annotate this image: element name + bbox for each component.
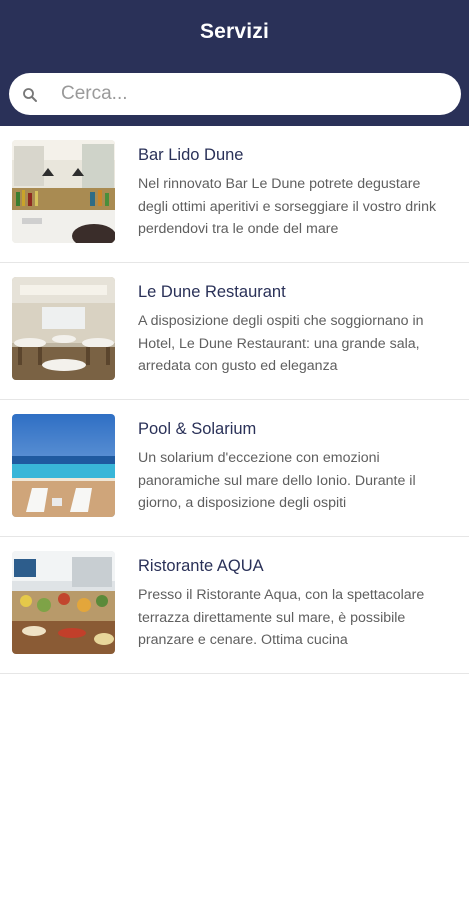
bar-photo xyxy=(12,140,115,243)
item-description: Nel rinnovato Bar Le Dune potrete degust… xyxy=(138,176,437,237)
pool-photo xyxy=(12,414,115,517)
list-item-bar-lido-dune[interactable]: Bar Lido Dune Nel rinnovato Bar Le Dune … xyxy=(0,126,469,263)
restaurant-photo xyxy=(12,277,115,380)
item-title: Le Dune Restaurant xyxy=(138,283,286,301)
list-item-ristorante-aqua[interactable]: Ristorante AQUA Presso il Ristorante Aqu… xyxy=(0,537,469,674)
search-icon xyxy=(23,88,37,102)
page-title: Servizi xyxy=(199,20,270,43)
app-header: Servizi xyxy=(0,0,469,126)
buffet-photo xyxy=(12,551,115,654)
search-bar[interactable] xyxy=(9,73,461,115)
item-title: Pool & Solarium xyxy=(138,420,257,438)
item-description: Presso il Ristorante Aqua, con la spetta… xyxy=(138,587,425,648)
search-input[interactable] xyxy=(61,73,441,115)
services-list: Bar Lido Dune Nel rinnovato Bar Le Dune … xyxy=(0,126,469,674)
item-description: A disposizione degli ospiti che soggiorn… xyxy=(138,313,424,374)
list-item-pool-solarium[interactable]: Pool & Solarium Un solarium d'eccezione … xyxy=(0,400,469,537)
item-title: Ristorante AQUA xyxy=(138,557,264,575)
item-description: Un solarium d'eccezione con emozioni pan… xyxy=(138,450,416,511)
item-title: Bar Lido Dune xyxy=(138,146,244,164)
list-item-le-dune-restaurant[interactable]: Le Dune Restaurant A disposizione degli … xyxy=(0,263,469,400)
